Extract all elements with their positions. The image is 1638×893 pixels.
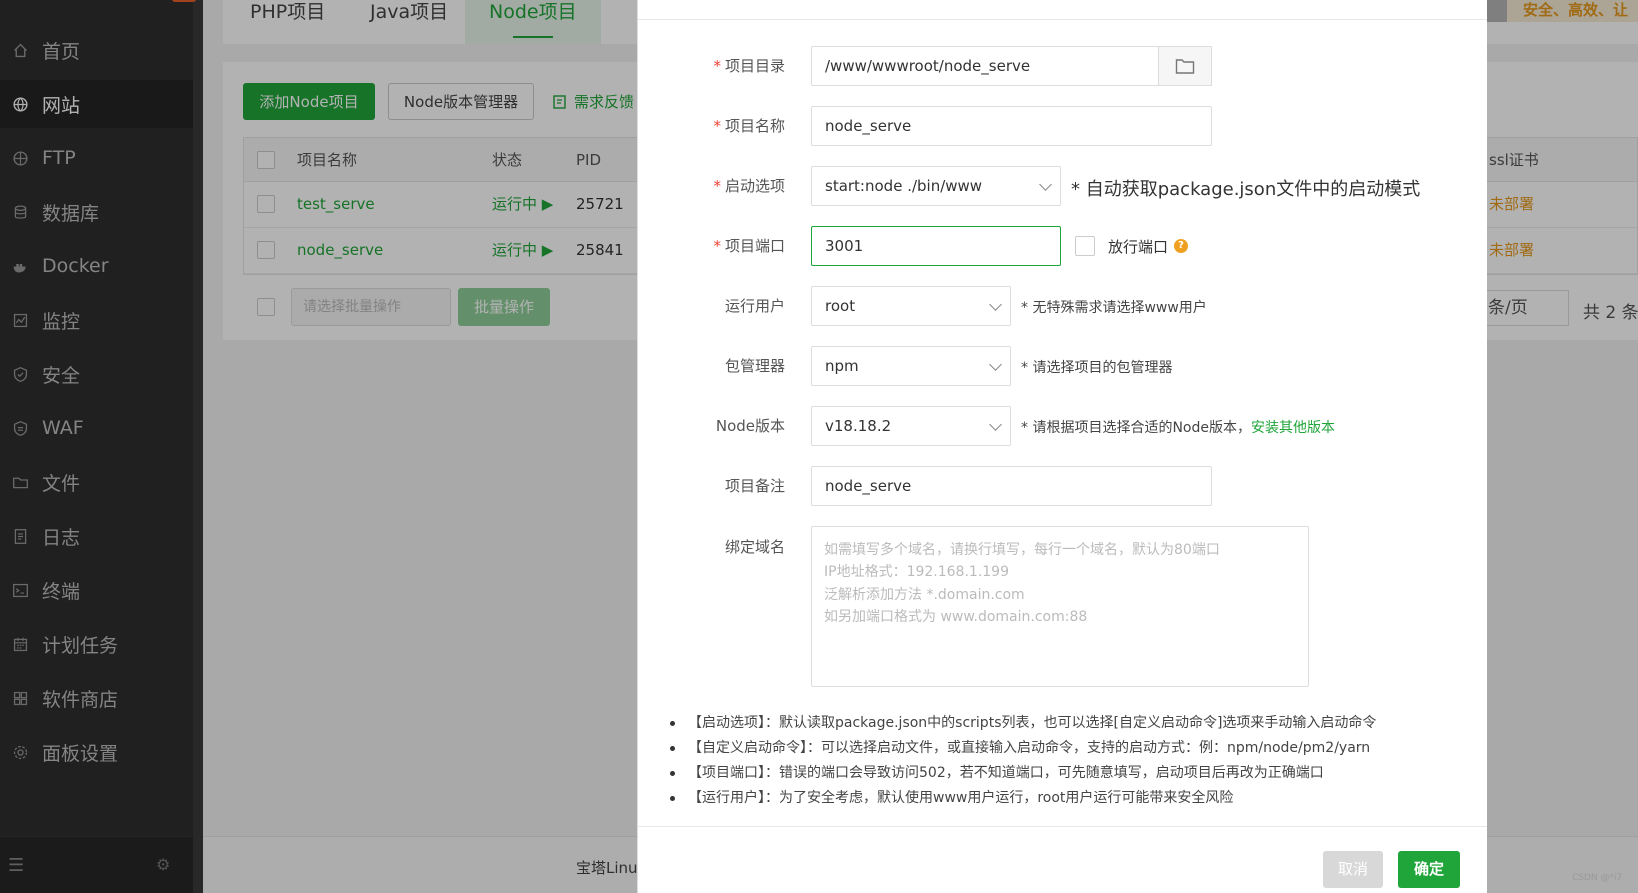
package-manager-hint: * 请选择项目的包管理器 bbox=[1021, 360, 1173, 376]
project-port-input[interactable]: 3001 bbox=[811, 226, 1061, 266]
install-other-version-link[interactable]: 安装其他版本 bbox=[1251, 420, 1335, 436]
run-user-hint: * 无特殊需求请选择www用户 bbox=[1021, 300, 1207, 316]
placeholder-line: 如需填写多个域名，请换行填写，每行一个域名，默认为80端口 bbox=[824, 542, 1220, 558]
run-user-select[interactable]: root bbox=[811, 286, 1011, 326]
chevron-down-icon bbox=[989, 418, 1002, 431]
pkg-label: 包管理器 bbox=[724, 357, 785, 375]
dialog-tabs bbox=[638, 0, 1487, 20]
package-manager-value: npm bbox=[825, 357, 859, 375]
placeholder-line: 泛解析添加方法 *.domain.com bbox=[824, 586, 1025, 603]
open-port-checkbox[interactable] bbox=[1075, 236, 1095, 256]
dialog-footer-divider bbox=[638, 826, 1487, 827]
help-note: 【项目端口】：错误的端口会导致访问502，若不知道端口，可先随意填写，启动项目后… bbox=[670, 761, 1430, 786]
node-version-hint-text: * 请根据项目选择合适的Node版本， bbox=[1021, 420, 1251, 436]
help-note: 【运行用户】：为了安全考虑，默认使用www用户运行，root用户运行可能带来安全… bbox=[670, 786, 1430, 811]
node-version-label: Node版本 bbox=[715, 417, 785, 435]
chevron-down-icon bbox=[989, 358, 1002, 371]
cancel-button[interactable]: 取消 bbox=[1323, 851, 1383, 888]
node-version-value: v18.18.2 bbox=[825, 417, 892, 435]
domain-label: 绑定域名 bbox=[724, 538, 785, 556]
help-note: 【启动选项】：默认读取package.json中的scripts列表，也可以选择… bbox=[670, 711, 1430, 736]
browse-folder-button[interactable] bbox=[1158, 46, 1212, 86]
package-manager-select[interactable]: npm bbox=[811, 346, 1011, 386]
start-option-select[interactable]: start:node ./bin/www bbox=[811, 166, 1061, 206]
start-label: * 启动选项 bbox=[713, 177, 785, 195]
help-notes-list: 【启动选项】：默认读取package.json中的scripts列表，也可以选择… bbox=[670, 711, 1430, 811]
confirm-button[interactable]: 确定 bbox=[1398, 851, 1460, 888]
remark-label: 项目备注 bbox=[724, 477, 785, 495]
port-label: * 项目端口 bbox=[713, 237, 785, 255]
user-label: 运行用户 bbox=[724, 297, 785, 315]
bind-domain-textarea[interactable]: 如需填写多个域名，请换行填写，每行一个域名，默认为80端口 IP地址格式：192… bbox=[811, 526, 1309, 687]
chevron-down-icon bbox=[1039, 178, 1052, 191]
project-name-input[interactable]: node_serve bbox=[811, 106, 1212, 146]
help-icon[interactable]: ? bbox=[1174, 239, 1188, 253]
name-label: * 项目名称 bbox=[713, 117, 785, 135]
start-option-hint: * 自动获取package.json文件中的启动模式 bbox=[1071, 179, 1421, 200]
node-version-select[interactable]: v18.18.2 bbox=[811, 406, 1011, 446]
folder-icon bbox=[1175, 59, 1195, 74]
node-version-hint: * 请根据项目选择合适的Node版本，安装其他版本 bbox=[1021, 417, 1335, 437]
placeholder-line: 如另加端口格式为 www.domain.com:88 bbox=[824, 609, 1088, 626]
watermark: CSDN @*i7 bbox=[1572, 873, 1623, 883]
project-remark-input[interactable]: node_serve bbox=[811, 466, 1212, 506]
project-dir-input[interactable]: /www/wwwroot/node_serve bbox=[811, 46, 1159, 86]
open-port-label[interactable]: 放行端口 bbox=[1108, 236, 1168, 257]
help-note: 【自定义启动命令】：可以选择启动文件，或直接输入启动命令，支持的启动方式：例：n… bbox=[670, 736, 1430, 761]
placeholder-line: IP地址格式：192.168.1.199 bbox=[824, 564, 1009, 581]
chevron-down-icon bbox=[989, 298, 1002, 311]
dir-label: * 项目目录 bbox=[713, 57, 785, 75]
start-option-value: start:node ./bin/www bbox=[825, 177, 983, 195]
run-user-value: root bbox=[825, 297, 856, 315]
